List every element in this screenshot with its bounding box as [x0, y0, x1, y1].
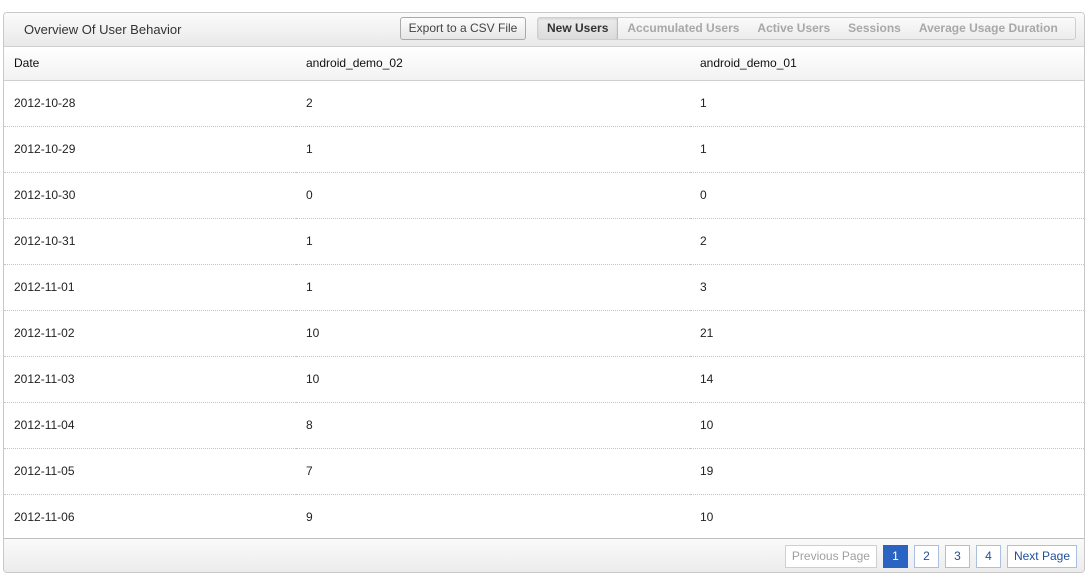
- panel-header: Overview Of User Behavior Export to a CS…: [4, 13, 1084, 47]
- data-table: Date android_demo_02 android_demo_01 201…: [4, 47, 1084, 540]
- cell-android-demo-02: 10: [296, 356, 690, 403]
- page-1-button[interactable]: 1: [882, 545, 908, 568]
- table-row: 2012-11-01 1 3: [4, 264, 1084, 311]
- table-row: 2012-11-03 10 14: [4, 356, 1084, 403]
- next-page-button[interactable]: Next Page: [1006, 545, 1077, 568]
- cell-android-demo-01: 10: [690, 402, 1084, 449]
- cell-android-demo-02: 2: [296, 80, 690, 127]
- cell-date: 2012-10-28: [4, 80, 296, 127]
- cell-date: 2012-11-02: [4, 310, 296, 357]
- metric-tabs: New Users Accumulated Users Active Users…: [537, 17, 1076, 40]
- cell-android-demo-01: 21: [690, 310, 1084, 357]
- table-row: 2012-10-31 1 2: [4, 218, 1084, 265]
- table-header-row: Date android_demo_02 android_demo_01: [4, 47, 1084, 81]
- page-3-button[interactable]: 3: [944, 545, 970, 568]
- cell-android-demo-02: 9: [306, 510, 313, 525]
- cell-android-demo-01: 1: [690, 80, 1084, 127]
- cell-android-demo-01: 2: [690, 218, 1084, 265]
- cell-android-demo-02: 1: [296, 218, 690, 265]
- cell-android-demo-02: 7: [296, 448, 690, 495]
- cell-android-demo-01: 10: [700, 510, 714, 525]
- column-header-android-demo-01[interactable]: android_demo_01: [690, 47, 1084, 81]
- table-row: 2012-11-06 9 10: [4, 494, 1084, 540]
- cell-android-demo-02: 10: [296, 310, 690, 357]
- cell-date: 2012-11-06: [14, 510, 75, 525]
- page-4-button[interactable]: 4: [975, 545, 1001, 568]
- tab-average-usage-duration[interactable]: Average Usage Duration: [910, 18, 1067, 39]
- user-behavior-panel: Overview Of User Behavior Export to a CS…: [3, 12, 1085, 573]
- cell-date: 2012-11-01: [4, 264, 296, 311]
- table-row: 2012-11-05 7 19: [4, 448, 1084, 495]
- column-header-android-demo-02[interactable]: android_demo_02: [296, 47, 690, 81]
- cell-android-demo-01: 1: [690, 126, 1084, 173]
- cell-date: 2012-10-29: [4, 126, 296, 173]
- cell-date: 2012-11-05: [4, 448, 296, 495]
- cell-date: 2012-11-03: [4, 356, 296, 403]
- column-header-date[interactable]: Date: [4, 47, 296, 81]
- cell-android-demo-01: 0: [690, 172, 1084, 219]
- table-row: 2012-10-29 1 1: [4, 126, 1084, 173]
- cell-android-demo-02: 1: [296, 264, 690, 311]
- cell-android-demo-01: 14: [690, 356, 1084, 403]
- pager: Previous Page 1 2 3 4 Next Page: [784, 545, 1077, 568]
- cell-date: 2012-10-31: [4, 218, 296, 265]
- table-row: 2012-10-28 2 1: [4, 80, 1084, 127]
- table-row: 2012-11-02 10 21: [4, 310, 1084, 357]
- tab-accumulated-users[interactable]: Accumulated Users: [618, 18, 748, 39]
- pagination-bar: Previous Page 1 2 3 4 Next Page: [4, 538, 1084, 572]
- cell-android-demo-02: 8: [296, 402, 690, 449]
- table-row: 2012-11-04 8 10: [4, 402, 1084, 449]
- cell-android-demo-02: 1: [296, 126, 690, 173]
- cell-android-demo-02: 0: [296, 172, 690, 219]
- cell-date: 2012-11-04: [4, 402, 296, 449]
- export-csv-button[interactable]: Export to a CSV File: [400, 17, 526, 40]
- panel-title: Overview Of User Behavior: [24, 22, 182, 37]
- cell-android-demo-01: 19: [690, 448, 1084, 495]
- tab-sessions[interactable]: Sessions: [839, 18, 910, 39]
- previous-page-button[interactable]: Previous Page: [784, 545, 877, 568]
- cell-android-demo-01: 3: [690, 264, 1084, 311]
- cell-date: 2012-10-30: [4, 172, 296, 219]
- table-row: 2012-10-30 0 0: [4, 172, 1084, 219]
- page-2-button[interactable]: 2: [913, 545, 939, 568]
- tab-new-users[interactable]: New Users: [538, 18, 619, 39]
- tab-active-users[interactable]: Active Users: [748, 18, 839, 39]
